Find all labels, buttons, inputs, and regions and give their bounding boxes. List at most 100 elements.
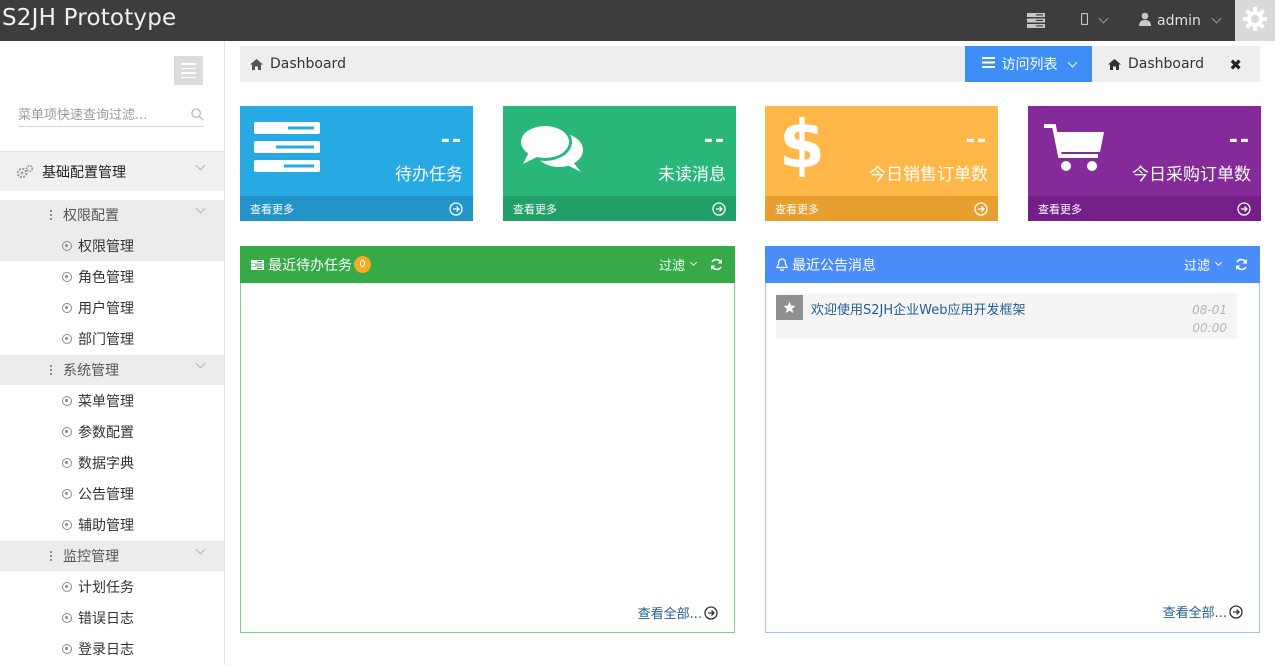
sidebar-item-permission-manage[interactable]: 权限管理 (0, 230, 224, 261)
stat-label: 待办任务 (395, 165, 463, 185)
stat-card-todo[interactable]: -- 待办任务 查看更多 (240, 106, 473, 221)
visit-list-label: 访问列表 (1001, 57, 1058, 73)
sidebar-item-label: 公告管理 (78, 486, 134, 503)
sidebar-item-data-dict[interactable]: 数据字典 (0, 447, 224, 478)
stat-more-link[interactable]: 查看更多 (240, 196, 473, 221)
sidebar-item-label: 登录日志 (78, 641, 134, 658)
filter-dropdown[interactable]: 过滤 (658, 255, 698, 274)
home-icon (1108, 58, 1121, 70)
stat-more-label: 查看更多 (775, 202, 819, 216)
stat-more-label: 查看更多 (250, 202, 294, 216)
sidebar-section-label: 监控管理 (63, 549, 119, 565)
star-icon (776, 295, 803, 320)
stat-more-link[interactable]: 查看更多 (503, 196, 736, 221)
chevron-down-icon (689, 258, 698, 267)
filter-label: 过滤 (658, 259, 685, 274)
arrow-circle-right-icon (1229, 604, 1243, 619)
sidebar-section-system[interactable]: 系统管理 (0, 355, 224, 385)
user-menu[interactable]: admin (1139, 0, 1222, 41)
drag-handle-icon (50, 210, 53, 220)
top-navbar: S2JH Prototype admin (0, 0, 1275, 41)
shopping-cart-icon (1042, 120, 1108, 180)
dot-circle-icon (62, 519, 72, 530)
notice-title[interactable]: 欢迎使用S2JH企业Web应用开发框架 (811, 299, 1025, 318)
dot-circle-icon (62, 271, 72, 282)
panel-header: 最近待办任务 0 过滤 (240, 246, 735, 283)
dot-circle-icon (62, 395, 72, 406)
search-icon[interactable] (191, 108, 204, 125)
user-icon (1139, 12, 1151, 30)
sidebar-item-label: 菜单管理 (78, 393, 134, 410)
sidebar-item-label: 权限管理 (78, 238, 134, 255)
chevron-down-icon (1067, 57, 1077, 67)
sidebar-item-notice-manage[interactable]: 公告管理 (0, 478, 224, 509)
sidebar-toggle-button[interactable] (174, 56, 203, 85)
stat-label: 今日销售订单数 (869, 165, 988, 185)
stat-more-link[interactable]: 查看更多 (1028, 196, 1261, 221)
chevron-down-icon (195, 203, 206, 214)
notice-date-time: 00:00 (1192, 321, 1227, 335)
stat-more-link[interactable]: 查看更多 (765, 196, 998, 221)
sidebar-section-permission[interactable]: 权限配置 (0, 200, 224, 230)
notice-item[interactable]: 欢迎使用S2JH企业Web应用开发框架 08-01 00:00 (776, 293, 1237, 339)
arrow-circle-right-icon (704, 605, 718, 620)
refresh-icon[interactable] (710, 258, 723, 271)
dot-circle-icon (62, 488, 72, 499)
mobile-icon (1080, 12, 1089, 29)
dot-circle-icon (62, 612, 72, 623)
sidebar-item-error-log[interactable]: 错误日志 (0, 602, 224, 633)
stat-value: -- (703, 128, 726, 153)
dot-circle-icon (62, 643, 72, 654)
breadcrumb-label[interactable]: Dashboard (270, 56, 346, 72)
panel-recent-notice: 最近公告消息 过滤 欢迎使用S2JH企业Web应用开发框架 08-01 00:0… (765, 246, 1260, 633)
view-all-link[interactable]: 查看全部... (638, 603, 718, 622)
sidebar-group-basic-config[interactable]: 基础配置管理 (0, 151, 224, 191)
arrow-circle-right-icon (449, 202, 463, 219)
server-icon[interactable] (1027, 0, 1045, 41)
stat-card-sales[interactable]: $ -- 今日销售订单数 查看更多 (765, 106, 998, 221)
sidebar-section-monitor[interactable]: 监控管理 (0, 541, 224, 571)
dot-circle-icon (62, 426, 72, 437)
sidebar-item-user-manage[interactable]: 用户管理 (0, 292, 224, 323)
sidebar-item-role-manage[interactable]: 角色管理 (0, 261, 224, 292)
breadcrumb: Dashboard (250, 46, 346, 82)
filter-label: 过滤 (1183, 259, 1210, 274)
dot-circle-icon (62, 333, 72, 344)
panel-recent-todo: 最近待办任务 0 过滤 查看全部... (240, 246, 735, 633)
breadcrumb-bar: Dashboard 访问列表 Dashboard ✖ (240, 46, 1260, 82)
stat-card-messages[interactable]: -- 未读消息 查看更多 (503, 106, 736, 221)
home-icon (250, 58, 263, 70)
chevron-down-icon (195, 160, 206, 171)
drag-handle-icon (50, 551, 53, 561)
sidebar-item-menu-manage[interactable]: 菜单管理 (0, 385, 224, 416)
stat-card-purchase[interactable]: -- 今日采购订单数 查看更多 (1028, 106, 1261, 221)
panel-title: 最近待办任务 (268, 257, 352, 274)
sidebar-item-login-log[interactable]: 登录日志 (0, 633, 224, 664)
menu-search-box (18, 105, 204, 127)
sidebar-item-label: 辅助管理 (78, 517, 134, 534)
settings-button[interactable] (1235, 0, 1275, 41)
sidebar-item-label: 用户管理 (78, 300, 134, 317)
sidebar-item-scheduled-tasks[interactable]: 计划任务 (0, 571, 224, 602)
brand-title[interactable]: S2JH Prototype (2, 5, 176, 31)
mobile-menu[interactable] (1080, 0, 1109, 41)
tasks-icon (251, 259, 264, 270)
close-icon[interactable]: ✖ (1229, 56, 1242, 74)
visit-list-button[interactable]: 访问列表 (965, 46, 1092, 82)
arrow-circle-right-icon (712, 202, 726, 219)
sidebar-group-label: 基础配置管理 (42, 164, 126, 181)
tab-dashboard[interactable]: Dashboard ✖ (1092, 46, 1260, 82)
refresh-icon[interactable] (1235, 258, 1248, 271)
view-all-label: 查看全部... (1162, 606, 1227, 621)
sidebar-item-param-config[interactable]: 参数配置 (0, 416, 224, 447)
menu-search-input[interactable] (18, 105, 183, 125)
chevron-down-icon (1214, 258, 1223, 267)
panel-title: 最近公告消息 (792, 257, 876, 274)
view-all-link[interactable]: 查看全部... (1163, 602, 1243, 621)
sidebar-item-aux-manage[interactable]: 辅助管理 (0, 509, 224, 540)
sidebar-item-dept-manage[interactable]: 部门管理 (0, 323, 224, 354)
sidebar-item-label: 错误日志 (78, 610, 134, 627)
panel-header: 最近公告消息 过滤 (765, 246, 1260, 283)
notice-date-day: 08-01 (1192, 303, 1227, 317)
filter-dropdown[interactable]: 过滤 (1183, 255, 1223, 274)
